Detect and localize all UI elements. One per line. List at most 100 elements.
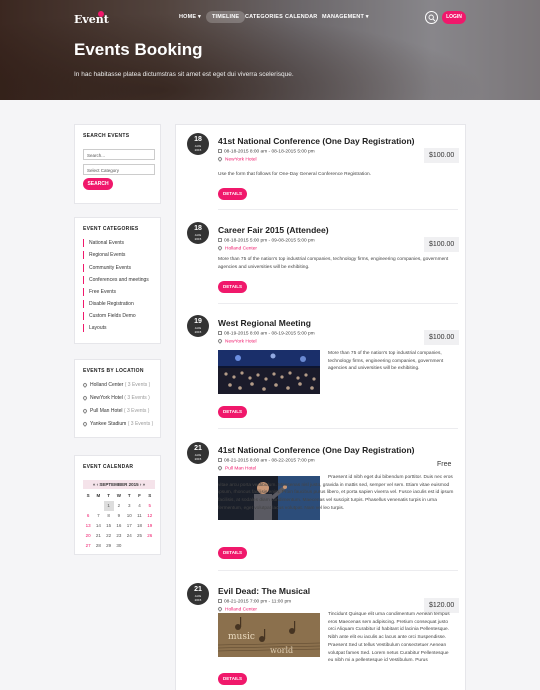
event-image-concert [218, 350, 320, 394]
calendar-day[interactable]: 25 [134, 531, 144, 541]
calendar-day[interactable]: 3 [124, 501, 134, 511]
event-venue-text: NewYork Hotel [225, 339, 257, 345]
event-day: 21 [194, 445, 202, 452]
event-description: Use the form that follows for One-Day Ge… [218, 172, 372, 177]
search-input[interactable]: Search... [83, 149, 155, 160]
nav-calendar[interactable]: CALENDAR [285, 14, 317, 20]
category-item[interactable]: Community Events [83, 264, 131, 272]
category-item[interactable]: Regional Events [83, 251, 125, 259]
calendar-day[interactable]: 29 [104, 541, 114, 551]
event-time: 08-21-2015 7:00 pm - 11:00 pm [218, 599, 291, 604]
calendar-day[interactable]: 5 [145, 501, 155, 511]
event-venue[interactable]: NewYork Hotel [217, 156, 257, 163]
category-item[interactable]: Free Events [83, 288, 116, 296]
nav-timeline[interactable]: TIMELINE [206, 11, 246, 23]
calendar-day[interactable]: 11 [134, 511, 144, 521]
event-item: 18 AUG 2015 Career Fair 2015 (Attendee) … [176, 214, 467, 314]
event-venue[interactable]: Holland Center [217, 245, 257, 251]
location-item[interactable]: NewYork Hotel ( 3 Events ) [82, 394, 150, 401]
calendar-day[interactable]: 21 [93, 531, 103, 541]
calendar-day[interactable]: 7 [93, 511, 103, 521]
event-day: 19 [194, 318, 202, 325]
location-item[interactable]: Pull Man Hotel ( 3 Events ) [82, 407, 149, 414]
calendar-day[interactable]: 10 [124, 511, 134, 521]
details-button[interactable]: DETAILS [218, 188, 247, 200]
calendar-day[interactable]: 17 [124, 521, 134, 531]
calendar-day[interactable]: 16 [114, 521, 124, 531]
calendar-day[interactable]: 15 [104, 521, 114, 531]
event-item: 21 AUG 2015 Evil Dead: The Musical 08-21… [176, 575, 467, 690]
category-item[interactable]: National Events [83, 239, 124, 247]
calendar-day[interactable]: 2 [114, 501, 124, 511]
category-item[interactable]: Layouts [83, 324, 107, 332]
page-subtitle: In hac habitasse platea dictumstras sit … [74, 71, 294, 78]
category-select[interactable]: Select Category [83, 164, 155, 175]
calendar-day[interactable]: 27 [83, 541, 93, 551]
event-day: 18 [194, 225, 202, 232]
calendar-day[interactable]: 18 [134, 521, 144, 531]
calendar-day [124, 541, 134, 551]
calendar-day[interactable]: 24 [124, 531, 134, 541]
calendar-day[interactable]: 4 [134, 501, 144, 511]
event-item: 18 AUG 2015 41st National Conference (On… [176, 125, 467, 215]
calendar-month-nav[interactable]: « ‹ SEPTEMBER 2015 › » [83, 480, 155, 489]
location-item[interactable]: Holland Center ( 3 Events ) [82, 381, 150, 388]
event-title[interactable]: Career Fair 2015 (Attendee) [218, 225, 329, 235]
category-item[interactable]: Custom Fields Demo [83, 312, 136, 320]
search-heading: SEARCH EVENTS [83, 133, 130, 139]
calendar-day[interactable]: 6 [83, 511, 93, 521]
event-day: 18 [194, 136, 202, 143]
calendar-weekdays: S M TWT F S [83, 491, 155, 501]
category-item[interactable]: Disable Registration [83, 300, 134, 308]
category-item[interactable]: Conferences and meetings [83, 276, 149, 284]
search-icon[interactable] [425, 11, 438, 24]
event-venue[interactable]: Pull Man Hotel [217, 465, 256, 471]
event-description: More than 75 of the nation's top industr… [328, 351, 444, 372]
calendar-day [145, 541, 155, 551]
event-description: Tincidunt Quisque elit urna condimentum … [328, 612, 450, 664]
calendar-day[interactable]: 8 [104, 511, 114, 521]
event-venue[interactable]: Holland Center [217, 606, 257, 612]
event-venue[interactable]: NewYork Hotel [217, 338, 257, 345]
event-title[interactable]: 41st National Conference (One Day Regist… [218, 136, 415, 146]
event-year: 2015 [194, 598, 202, 602]
calendar-day[interactable]: 1 [103, 501, 114, 511]
event-year: 2015 [194, 237, 202, 241]
event-title[interactable]: Evil Dead: The Musical [218, 586, 310, 596]
details-button[interactable]: DETAILS [218, 406, 247, 418]
event-venue-text: NewYork Hotel [225, 157, 257, 163]
calendar-day[interactable]: 14 [93, 521, 103, 531]
calendar-day[interactable]: 19 [145, 521, 155, 531]
calendar-day[interactable]: 9 [114, 511, 124, 521]
event-description: More than 75 of the nation's top industr… [218, 257, 449, 270]
event-title[interactable]: West Regional Meeting [218, 318, 311, 328]
locations-widget: EVENTS BY LOCATION Holland Center ( 3 Ev… [74, 359, 161, 438]
event-divider [218, 209, 458, 210]
event-date-badge: 18 AUG 2015 [187, 133, 209, 155]
details-button[interactable]: DETAILS [218, 673, 247, 685]
search-button[interactable]: SEARCH [83, 178, 113, 190]
map-pin-icon [217, 606, 223, 612]
event-title[interactable]: 41st National Conference (One Day Regist… [218, 445, 415, 455]
nav-home[interactable]: HOME ▾ [179, 14, 201, 20]
calendar-day[interactable]: 20 [83, 531, 93, 541]
calendar-day[interactable]: 22 [104, 531, 114, 541]
location-item[interactable]: Yankee Stadium ( 3 Events ) [82, 420, 154, 427]
categories-heading: EVENT CATEGORIES [83, 226, 139, 232]
nav-management[interactable]: MANAGEMENT ▾ [322, 14, 369, 20]
event-price: Free [432, 457, 457, 472]
categories-widget: EVENT CATEGORIES National Events Regiona… [74, 217, 161, 344]
event-price: $100.00 [424, 330, 460, 345]
calendar-day[interactable]: 28 [93, 541, 103, 551]
calendar-day[interactable]: 13 [83, 521, 93, 531]
details-button[interactable]: DETAILS [218, 281, 247, 293]
login-button[interactable]: LOGIN [442, 11, 466, 24]
calendar-day[interactable]: 30 [114, 541, 124, 551]
details-button[interactable]: DETAILS [218, 547, 247, 559]
location-count: ( 3 Events ) [127, 421, 154, 427]
calendar-day[interactable]: 12 [145, 511, 155, 521]
calendar-day[interactable]: 23 [114, 531, 124, 541]
event-item: 21 AUG 2015 41st National Conference (On… [176, 434, 467, 576]
calendar-day[interactable]: 26 [145, 531, 155, 541]
nav-categories[interactable]: CATEGORIES [245, 14, 283, 20]
